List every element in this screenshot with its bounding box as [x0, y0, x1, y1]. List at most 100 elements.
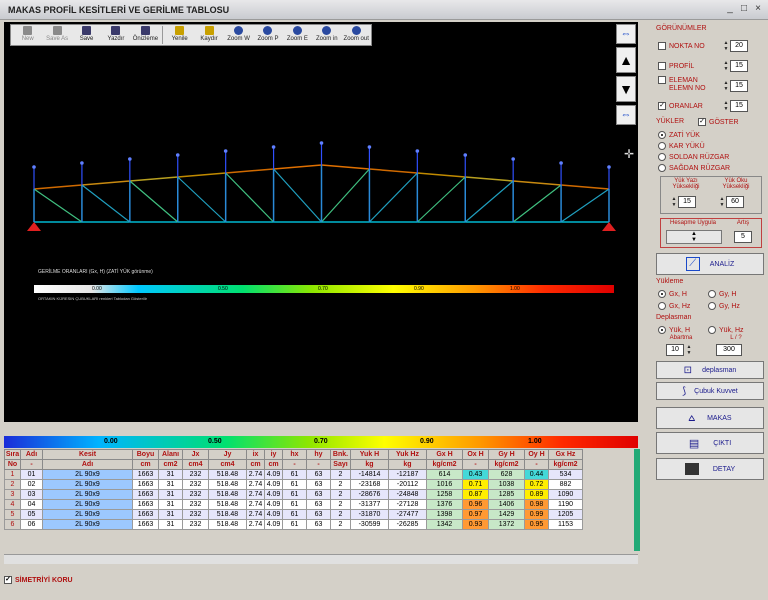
table-cell[interactable]: 1190: [548, 499, 583, 510]
toolbar-button-new[interactable]: New: [13, 25, 42, 45]
profil-checkbox[interactable]: [658, 62, 666, 70]
table-row[interactable]: 4 04 2L 90x9 1663 31 232 518.48 2.74 4.09 61 63 2 -3…: [4, 499, 583, 510]
radio-kar[interactable]: [658, 142, 666, 150]
oranlar-checkbox[interactable]: ✓: [658, 102, 666, 110]
goster-checkbox[interactable]: ✓: [698, 118, 706, 126]
table-cell[interactable]: 1406: [488, 499, 525, 510]
pan-down-icon[interactable]: ▼: [616, 76, 636, 102]
column-header[interactable]: hx: [282, 449, 307, 460]
deplasman-button[interactable]: ⊡ deplasman: [656, 361, 764, 379]
table-cell[interactable]: 232: [182, 479, 209, 490]
column-header[interactable]: -: [282, 459, 307, 470]
table-cell[interactable]: 4.09: [264, 479, 283, 490]
table-cell[interactable]: 63: [306, 519, 331, 530]
column-header[interactable]: kg/cm2: [426, 459, 463, 470]
table-cell[interactable]: 5: [4, 509, 21, 520]
table-cell[interactable]: 63: [306, 499, 331, 510]
table-cell[interactable]: 05: [20, 509, 43, 520]
table-cell[interactable]: 31: [158, 499, 183, 510]
radio-gx-h[interactable]: [658, 290, 666, 298]
column-header[interactable]: -: [462, 459, 489, 470]
table-cell[interactable]: 518.48: [208, 519, 247, 530]
yuk-oku-input[interactable]: 60: [726, 196, 744, 208]
table-cell[interactable]: 1663: [132, 499, 159, 510]
table-cell[interactable]: 518.48: [208, 509, 247, 520]
radio-soldan[interactable]: [658, 153, 666, 161]
table-cell[interactable]: 61: [282, 469, 307, 480]
table-cell[interactable]: 2.74: [246, 519, 265, 530]
table-cell[interactable]: 1398: [426, 509, 463, 520]
table-horizontal-scrollbar[interactable]: [4, 554, 638, 564]
table-cell[interactable]: -30599: [350, 519, 389, 530]
table-row[interactable]: 3 03 2L 90x9 1663 31 232 518.48 2.74 4.09 61 63 2 -2…: [4, 489, 583, 500]
profil-toggle[interactable]: PROFİL: [658, 60, 694, 72]
load-option-sagdan[interactable]: SAĞDAN RÜZGAR: [658, 162, 730, 174]
truss-viewport[interactable]: New Save As Save Yazdır Önizleme Yenile Kaydır…: [4, 22, 638, 422]
column-header[interactable]: Yuk Hz: [388, 449, 427, 460]
table-cell[interactable]: 2: [330, 499, 351, 510]
pan-left-right-icon[interactable]: ⇔: [616, 24, 636, 44]
table-cell[interactable]: 2: [4, 479, 21, 490]
column-header[interactable]: Jy: [208, 449, 247, 460]
table-cell[interactable]: 2: [330, 509, 351, 520]
table-cell[interactable]: 4: [4, 499, 21, 510]
goster-toggle[interactable]: ✓ GÖSTER: [698, 116, 739, 128]
table-cell[interactable]: 04: [20, 499, 43, 510]
table-cell[interactable]: 2L 90x9: [42, 509, 133, 520]
column-header[interactable]: kg: [350, 459, 389, 470]
table-cell[interactable]: 2L 90x9: [42, 519, 133, 530]
column-header[interactable]: Jx: [182, 449, 209, 460]
column-header[interactable]: kg: [388, 459, 427, 470]
table-cell[interactable]: -20112: [388, 479, 427, 490]
column-header[interactable]: kg/cm2: [488, 459, 525, 470]
oranlar-spinner-arrows[interactable]: ▲ ▼: [722, 100, 730, 112]
table-cell[interactable]: 03: [20, 489, 43, 500]
toolbar-button-zoom-in[interactable]: Zoom in: [312, 25, 341, 45]
detay-button[interactable]: DETAY: [656, 458, 764, 480]
toolbar-button-zoom-e[interactable]: Zoom E: [283, 25, 312, 45]
table-cell[interactable]: 31: [158, 519, 183, 530]
table-cell[interactable]: 63: [306, 489, 331, 500]
table-cell[interactable]: 1016: [426, 479, 463, 490]
table-cell[interactable]: -26285: [388, 519, 427, 530]
table-row[interactable]: 5 05 2L 90x9 1663 31 232 518.48 2.74 4.09 61 63 2 -3…: [4, 509, 583, 520]
table-cell[interactable]: 4.09: [264, 469, 283, 480]
table-cell[interactable]: -24848: [388, 489, 427, 500]
nokta-no-input[interactable]: 20: [730, 40, 748, 52]
table-cell[interactable]: 2.74: [246, 499, 265, 510]
table-cell[interactable]: 1205: [548, 509, 583, 520]
table-cell[interactable]: -23168: [350, 479, 389, 490]
table-cell[interactable]: 2.74: [246, 489, 265, 500]
table-cell[interactable]: -14814: [350, 469, 389, 480]
table-cell[interactable]: 1663: [132, 479, 159, 490]
toolbar-button-save[interactable]: Save: [72, 25, 101, 45]
table-cell[interactable]: 1429: [488, 509, 525, 520]
radio-gy-h[interactable]: [708, 290, 716, 298]
table-cell[interactable]: 31: [158, 489, 183, 500]
column-header[interactable]: cm2: [158, 459, 183, 470]
table-cell[interactable]: 1663: [132, 469, 159, 480]
column-header[interactable]: iy: [264, 449, 283, 460]
oranlar-input[interactable]: 15: [730, 100, 748, 112]
cikti-button[interactable]: ▤ ÇIKTI: [656, 432, 764, 454]
symmetry-toggle[interactable]: ✓ SİMETRİYİ KORU: [4, 576, 73, 584]
column-header[interactable]: cm4: [208, 459, 247, 470]
toolbar-button-zoom-p[interactable]: Zoom P: [253, 25, 282, 45]
column-header[interactable]: Alanı: [158, 449, 183, 460]
column-header[interactable]: Ox H: [462, 449, 489, 460]
table-cell[interactable]: 61: [282, 509, 307, 520]
radio-yuk-hz[interactable]: [708, 326, 716, 334]
table-cell[interactable]: 6: [4, 519, 21, 530]
yukleme-option-gx-hz[interactable]: Gx, Hz: [658, 300, 690, 312]
table-cell[interactable]: 63: [306, 479, 331, 490]
toolbar-button-kayd-r[interactable]: Kaydır: [194, 25, 223, 45]
table-cell[interactable]: -27128: [388, 499, 427, 510]
column-header[interactable]: cm4: [182, 459, 209, 470]
table-cell[interactable]: 0.96: [462, 499, 489, 510]
column-header[interactable]: ix: [246, 449, 265, 460]
column-header[interactable]: Bnk.: [330, 449, 351, 460]
table-row[interactable]: 1 01 2L 90x9 1663 31 232 518.48 2.74 4.09 61 63 2 -1…: [4, 469, 583, 480]
abartma-input[interactable]: 10: [666, 344, 684, 356]
table-cell[interactable]: 2.74: [246, 469, 265, 480]
column-header[interactable]: cm: [246, 459, 265, 470]
